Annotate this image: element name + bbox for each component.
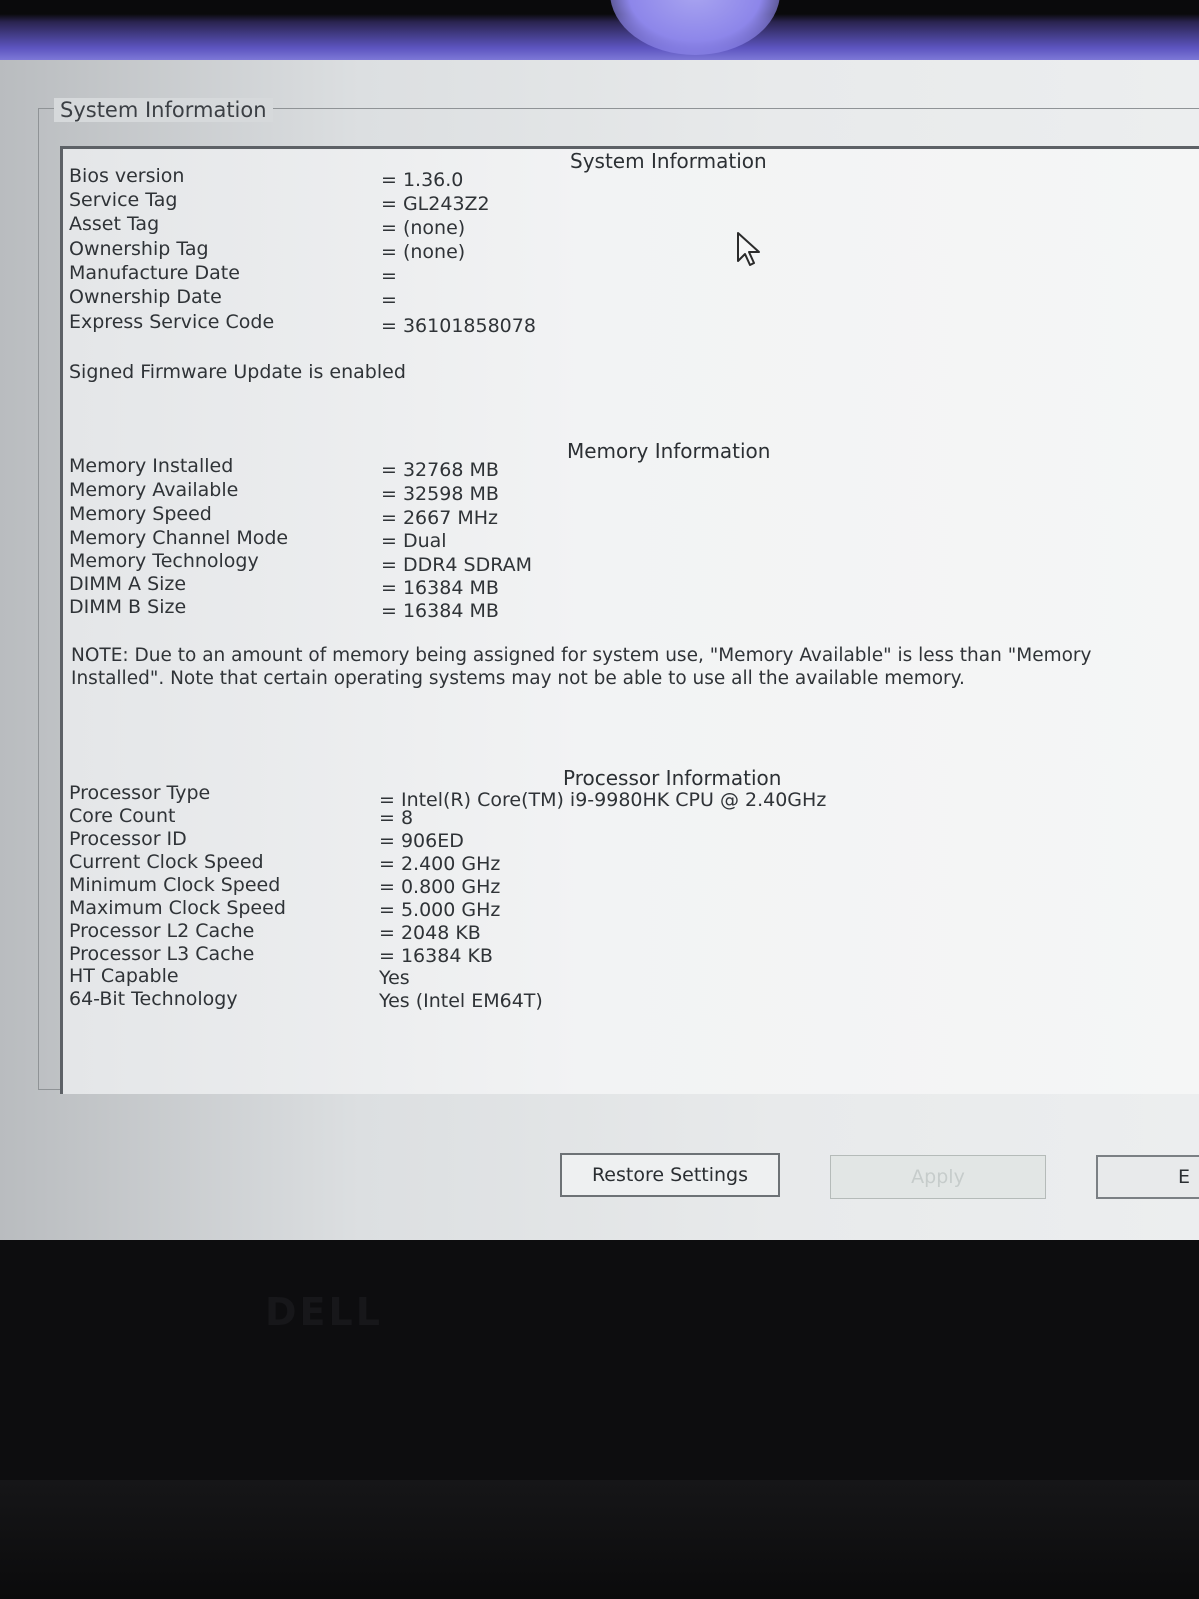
label-dimm-b-size: DIMM B Size xyxy=(69,596,187,618)
value-express-service-code: = 36101858078 xyxy=(381,315,536,337)
group-title: System Information xyxy=(54,98,273,122)
value-memory-installed: = 32768 MB xyxy=(381,459,499,481)
value-processor-type: = Intel(R) Core(TM) i9-9980HK CPU @ 2.40… xyxy=(379,789,827,811)
value-64-bit-technology: Yes (Intel EM64T) xyxy=(379,990,543,1012)
value-processor-id: = 906ED xyxy=(379,830,464,852)
label-processor-l3-cache: Processor L3 Cache xyxy=(69,943,255,965)
memory-note: NOTE: Due to an amount of memory being a… xyxy=(71,645,1092,689)
label-current-clock-speed: Current Clock Speed xyxy=(69,851,264,873)
restore-settings-button[interactable]: Restore Settings xyxy=(560,1153,780,1197)
value-dimm-b-size: = 16384 MB xyxy=(381,600,499,622)
value-asset-tag: = (none) xyxy=(381,217,466,239)
bezel-logo: DELL xyxy=(265,1290,383,1334)
label-core-count: Core Count xyxy=(69,805,176,827)
label-ownership-date: Ownership Date xyxy=(69,286,222,308)
label-memory-speed: Memory Speed xyxy=(69,503,212,525)
label-service-tag: Service Tag xyxy=(69,189,178,211)
value-ownership-tag: = (none) xyxy=(381,241,466,263)
value-current-clock-speed: = 2.400 GHz xyxy=(379,853,501,875)
label-ownership-tag: Ownership Tag xyxy=(69,238,209,260)
value-ownership-date: = xyxy=(381,289,397,311)
value-maximum-clock-speed: = 5.000 GHz xyxy=(379,899,501,921)
system-information-heading: System Information xyxy=(570,149,767,173)
label-bios-version: Bios version xyxy=(69,165,185,187)
value-processor-l3-cache: = 16384 KB xyxy=(379,945,493,967)
label-memory-technology: Memory Technology xyxy=(69,550,259,572)
label-memory-available: Memory Available xyxy=(69,479,239,501)
label-64-bit-technology: 64-Bit Technology xyxy=(69,988,238,1010)
value-manufacture-date: = xyxy=(381,265,397,287)
label-memory-installed: Memory Installed xyxy=(69,455,234,477)
memory-information-heading: Memory Information xyxy=(567,439,771,463)
firmware-update-status: Signed Firmware Update is enabled xyxy=(69,361,406,383)
label-memory-channel-mode: Memory Channel Mode xyxy=(69,527,289,549)
value-memory-available: = 32598 MB xyxy=(381,483,499,505)
label-processor-type: Processor Type xyxy=(69,782,211,804)
value-processor-l2-cache: = 2048 KB xyxy=(379,922,481,944)
value-service-tag: = GL243Z2 xyxy=(381,193,490,215)
value-dimm-a-size: = 16384 MB xyxy=(381,577,499,599)
mouse-pointer-icon xyxy=(737,232,760,266)
label-processor-id: Processor ID xyxy=(69,828,187,850)
label-manufacture-date: Manufacture Date xyxy=(69,262,240,284)
info-panel: System Information Bios version = 1.36.0… xyxy=(60,146,1199,1094)
value-memory-technology: = DDR4 SDRAM xyxy=(381,554,533,576)
label-dimm-a-size: DIMM A Size xyxy=(69,573,187,595)
label-ht-capable: HT Capable xyxy=(69,965,179,987)
exit-button[interactable]: E xyxy=(1096,1155,1199,1199)
label-asset-tag: Asset Tag xyxy=(69,213,160,235)
value-core-count: = 8 xyxy=(379,807,414,829)
laptop-bezel xyxy=(0,1480,1199,1599)
value-ht-capable: Yes xyxy=(379,967,410,989)
label-processor-l2-cache: Processor L2 Cache xyxy=(69,920,255,942)
value-minimum-clock-speed: = 0.800 GHz xyxy=(379,876,501,898)
value-memory-speed: = 2667 MHz xyxy=(381,507,499,529)
label-minimum-clock-speed: Minimum Clock Speed xyxy=(69,874,281,896)
bios-screen: System Information System Information Bi… xyxy=(0,60,1199,1240)
top-bar-glow xyxy=(610,0,780,55)
processor-information-heading: Processor Information xyxy=(563,766,782,790)
label-maximum-clock-speed: Maximum Clock Speed xyxy=(69,897,286,919)
value-bios-version: = 1.36.0 xyxy=(381,169,464,191)
label-express-service-code: Express Service Code xyxy=(69,311,275,333)
value-memory-channel-mode: = Dual xyxy=(381,530,447,552)
apply-button[interactable]: Apply xyxy=(830,1155,1046,1199)
